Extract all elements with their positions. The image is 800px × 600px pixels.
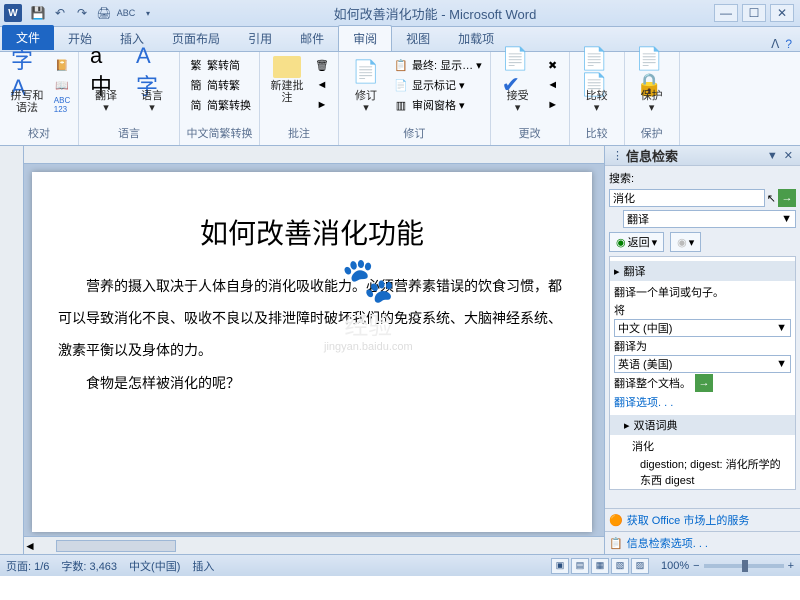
- reviewing-pane[interactable]: ▥审阅窗格▾: [391, 96, 484, 114]
- qat-undo-icon[interactable]: ↶: [52, 5, 68, 21]
- group-proofing: 校对: [6, 123, 72, 141]
- research-options-link[interactable]: 📋信息检索选项. . .: [605, 531, 800, 554]
- pane-grip-icon[interactable]: ⋮: [609, 149, 626, 162]
- group-tracking: 修订: [345, 123, 484, 141]
- document-paragraph: 营养的摄入取决于人体自身的消化吸收能力。必须营养素错误的饮食习惯，都可以导致消化…: [58, 272, 566, 369]
- service-select[interactable]: 翻译▼: [623, 210, 796, 228]
- pane-close-icon[interactable]: ✕: [781, 149, 796, 162]
- to-label: 翻译为: [610, 337, 795, 355]
- cursor-icon: ↖: [767, 192, 776, 205]
- minimize-ribbon-icon[interactable]: ᐱ: [771, 37, 779, 51]
- prev-change-icon[interactable]: ◄: [543, 76, 563, 94]
- thesaurus-icon[interactable]: 📖: [52, 76, 72, 94]
- document-page[interactable]: 如何改善消化功能 营养的摄入取决于人体自身的消化吸收能力。必须营养素错误的饮食习…: [32, 172, 592, 532]
- zoom-out-button[interactable]: −: [693, 560, 699, 572]
- compare-button[interactable]: 📄📄比较▾: [576, 56, 618, 114]
- from-lang-select[interactable]: 中文 (中国)▼: [614, 319, 791, 337]
- track-changes-button[interactable]: 📄修订▾: [345, 56, 387, 114]
- prev-comment-icon[interactable]: ◄: [312, 76, 332, 94]
- language-button[interactable]: A字语言▾: [131, 56, 173, 114]
- status-language[interactable]: 中文(中国): [129, 558, 180, 574]
- back-button[interactable]: ◉返回▾: [609, 232, 664, 252]
- zoom-level[interactable]: 100%: [661, 560, 689, 572]
- translate-doc-label: 翻译整个文档。: [614, 375, 691, 391]
- view-print-icon[interactable]: ▣: [551, 558, 569, 574]
- marketplace-link[interactable]: 🟠获取 Office 市场上的服务: [605, 508, 800, 531]
- next-change-icon[interactable]: ►: [543, 96, 563, 114]
- qat-redo-icon[interactable]: ↷: [74, 5, 90, 21]
- horizontal-scrollbar[interactable]: ◄: [24, 536, 604, 554]
- group-comments: 批注: [266, 123, 332, 141]
- maximize-button[interactable]: ☐: [742, 4, 766, 22]
- window-title: 如何改善消化功能 - Microsoft Word: [156, 4, 714, 23]
- app-icon[interactable]: W: [4, 4, 22, 22]
- wordcount-icon[interactable]: ABC123: [52, 96, 72, 114]
- help-icon[interactable]: ?: [785, 37, 792, 51]
- translation-options-link[interactable]: 翻译选项. . .: [610, 393, 795, 411]
- tab-view[interactable]: 视图: [392, 26, 444, 51]
- translate-hint: 翻译一个单词或句子。: [610, 283, 795, 301]
- document-paragraph: 食物是怎样被消化的呢？: [58, 369, 566, 401]
- display-for-review[interactable]: 📋最终: 显示…▾: [391, 56, 484, 74]
- options-icon: 📋: [609, 537, 623, 550]
- search-go-button[interactable]: →: [778, 189, 796, 207]
- to-lang-select[interactable]: 英语 (美国)▼: [614, 355, 791, 373]
- reject-icon[interactable]: ✖: [543, 56, 563, 74]
- convert-button[interactable]: 简简繁转换: [186, 96, 253, 114]
- status-words[interactable]: 字数: 3,463: [61, 558, 117, 574]
- qat-save-icon[interactable]: 💾: [30, 5, 46, 21]
- zoom-in-button[interactable]: +: [788, 560, 794, 572]
- document-title: 如何改善消化功能: [58, 212, 566, 252]
- from-label: 将: [610, 301, 795, 319]
- spelling-button[interactable]: 字A 拼写和语法: [6, 56, 48, 114]
- close-button[interactable]: ✕: [770, 4, 794, 22]
- translate-section[interactable]: ▸翻译: [610, 261, 795, 281]
- tab-review[interactable]: 审阅: [338, 25, 392, 51]
- search-input[interactable]: [609, 189, 765, 207]
- status-page[interactable]: 页面: 1/6: [6, 558, 49, 574]
- group-compare: 比较: [576, 123, 618, 141]
- new-comment-button[interactable]: 新建批注: [266, 56, 308, 104]
- translate-button[interactable]: a中翻译▾: [85, 56, 127, 114]
- to-simplified-button[interactable]: 繁繁转简: [186, 56, 253, 74]
- show-markup[interactable]: 📄显示标记▾: [391, 76, 484, 94]
- view-reading-icon[interactable]: ▤: [571, 558, 589, 574]
- qat-abc-icon[interactable]: ABC: [118, 5, 134, 21]
- qat-more-icon[interactable]: ▾: [140, 5, 156, 21]
- delete-comment-icon[interactable]: 🗑: [312, 56, 332, 74]
- group-protect: 保护: [631, 123, 673, 141]
- group-language: 语言: [85, 123, 173, 141]
- pane-title: 信息检索: [626, 146, 764, 165]
- tab-mailings[interactable]: 邮件: [286, 26, 338, 51]
- search-label: 搜索:: [609, 170, 796, 186]
- accept-button[interactable]: 📄✔接受▾: [497, 56, 539, 114]
- dictionary-section[interactable]: ▸双语词典: [610, 415, 795, 435]
- dict-definition: digestion; digest: 消化所学的东西 digest: [610, 455, 795, 489]
- protect-button[interactable]: 📄🔒保护▾: [631, 56, 673, 114]
- to-traditional-button[interactable]: 簡简转繁: [186, 76, 253, 94]
- pane-menu-icon[interactable]: ▼: [764, 150, 781, 162]
- research-icon[interactable]: 📔: [52, 56, 72, 74]
- qat-print-icon[interactable]: 🖨: [96, 5, 112, 21]
- horizontal-ruler: [24, 146, 604, 164]
- group-chinese-conv: 中文简繁转换: [186, 123, 253, 141]
- tab-layout[interactable]: 页面布局: [158, 26, 234, 51]
- forward-button[interactable]: ◉▾: [670, 232, 701, 252]
- vertical-ruler: [0, 146, 24, 554]
- dict-term: 消化: [610, 437, 795, 455]
- view-outline-icon[interactable]: ▧: [611, 558, 629, 574]
- research-pane: ⋮ 信息检索 ▼ ✕ 搜索: ↖ → 翻译▼ ◉返回▾ ◉▾ ▸翻译 翻译一个单…: [604, 146, 800, 554]
- tab-addins[interactable]: 加载项: [444, 26, 508, 51]
- next-comment-icon[interactable]: ►: [312, 96, 332, 114]
- tab-references[interactable]: 引用: [234, 26, 286, 51]
- status-insert-mode[interactable]: 插入: [192, 558, 214, 574]
- office-icon: 🟠: [609, 514, 623, 527]
- zoom-slider[interactable]: [704, 564, 784, 568]
- minimize-button[interactable]: —: [714, 4, 738, 22]
- view-web-icon[interactable]: ▦: [591, 558, 609, 574]
- translate-doc-button[interactable]: →: [695, 374, 713, 392]
- view-draft-icon[interactable]: ▨: [631, 558, 649, 574]
- group-changes: 更改: [497, 123, 563, 141]
